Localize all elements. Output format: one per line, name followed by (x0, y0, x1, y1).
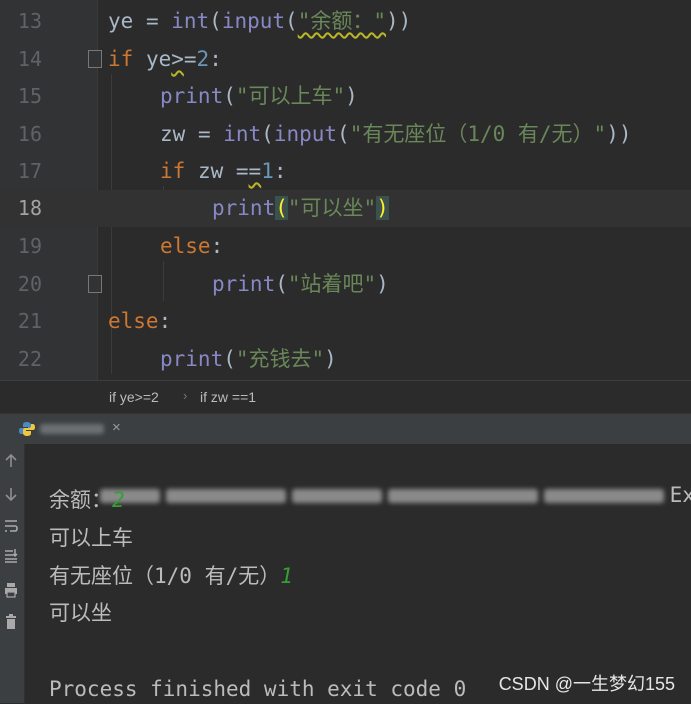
python-icon (19, 422, 35, 436)
breadcrumb-separator: › (183, 388, 188, 403)
code-text: if zw ==1: (160, 159, 287, 183)
code-text: print("可以上车") (160, 84, 358, 108)
line-number: 16 (17, 122, 42, 146)
line-number: 13 (17, 9, 42, 33)
code-text: if ye>=2: (108, 47, 222, 71)
code-line-16[interactable]: 16 zw = int(input("有无座位（1/0 有/无）")) (0, 116, 691, 153)
console-line: 余额：2 (49, 488, 125, 512)
trash-icon[interactable] (4, 614, 18, 630)
user-input: 1 (280, 564, 293, 588)
csdn-watermark: CSDN @一生梦幻155 (498, 674, 675, 694)
code-text: print("站着吧") (212, 272, 389, 296)
code-text: else: (108, 309, 172, 333)
console-toolbar (0, 444, 25, 703)
console-line: 可以坐 (49, 601, 112, 625)
code-line-19[interactable]: 19 else: (0, 228, 691, 265)
user-input: 2 (112, 488, 125, 512)
fold-marker-icon[interactable] (88, 50, 102, 68)
code-text: ye = int(input("余额：")) (108, 9, 412, 33)
line-number: 21 (17, 309, 42, 333)
code-line-18[interactable]: 18 print("可以坐") (0, 190, 691, 227)
code-line-14[interactable]: 14 if ye>=2: (0, 41, 691, 78)
line-number: 15 (17, 84, 42, 108)
command-tail: Ex (669, 483, 691, 507)
code-line-17[interactable]: 17 if zw ==1: (0, 153, 691, 190)
command-line-redacted: Ex (49, 450, 691, 540)
tab-name-blurred (40, 424, 104, 434)
code-text: zw = int(input("有无座位（1/0 有/无）")) (160, 122, 632, 146)
line-number: 20 (17, 272, 42, 296)
line-number: 17 (17, 159, 42, 183)
exit-status-line: Process finished with exit code 0 (49, 677, 467, 701)
scroll-to-end-icon[interactable] (4, 548, 18, 564)
line-number: 18 (17, 196, 42, 220)
console-line: 有无座位（1/0 有/无）1 (49, 564, 293, 588)
breadcrumb: if ye>=2 › if zw ==1 (0, 380, 691, 414)
code-line-20[interactable]: 20 print("站着吧") (0, 266, 691, 303)
breadcrumb-item[interactable]: if ye>=2 (109, 389, 159, 405)
code-line-13[interactable]: 13 ye = int(input("余额：")) (0, 3, 691, 40)
line-number: 19 (17, 234, 42, 258)
soft-wrap-icon[interactable] (4, 518, 18, 534)
code-line-15[interactable]: 15 print("可以上车") (0, 78, 691, 115)
code-line-22[interactable]: 22 print("充钱去") (0, 341, 691, 378)
run-console[interactable]: Ex 余额：2 可以上车 有无座位（1/0 有/无）1 可以坐 Process … (0, 444, 691, 703)
breadcrumb-item[interactable]: if zw ==1 (200, 389, 256, 405)
rerun-down-icon[interactable] (4, 486, 18, 502)
code-editor[interactable]: 13 ye = int(input("余额：")) 14 if ye>=2: 1… (0, 0, 691, 380)
run-tab[interactable]: × (12, 418, 121, 440)
fold-marker-icon[interactable] (88, 275, 102, 293)
run-tab-bar: × (0, 413, 691, 445)
line-number: 14 (17, 47, 42, 71)
code-text: print("充钱去") (160, 347, 337, 371)
close-icon[interactable]: × (112, 419, 121, 436)
line-number: 22 (17, 347, 42, 371)
code-text: print("可以坐") (212, 196, 389, 220)
print-icon[interactable] (4, 582, 18, 598)
code-text: else: (160, 234, 224, 258)
console-line: 可以上车 (49, 526, 133, 550)
rerun-up-icon[interactable] (4, 453, 18, 469)
code-line-21[interactable]: 21 else: (0, 303, 691, 340)
